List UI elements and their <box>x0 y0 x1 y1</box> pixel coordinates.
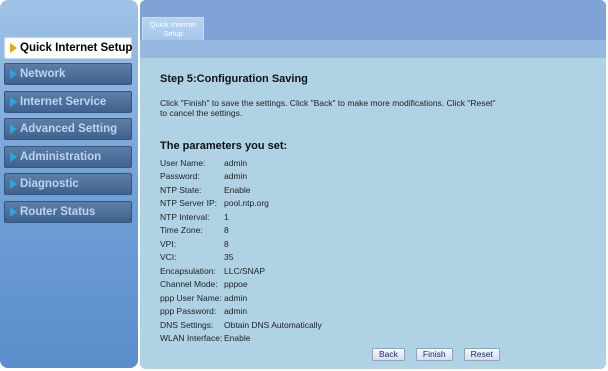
sidebar-item-internet-service[interactable]: Internet Service <box>4 91 132 113</box>
param-key: ppp User Name: <box>160 292 222 303</box>
sidebar-item-diagnostic[interactable]: Diagnostic <box>4 173 132 195</box>
param-row: ppp User Name: admin <box>160 291 322 305</box>
step-title: Step 5:Configuration Saving <box>160 73 308 85</box>
param-value: LLC/SNAP <box>224 265 266 276</box>
sidebar-item-network[interactable]: Network <box>4 63 132 85</box>
sidebar-item-label: Diagnostic <box>20 178 79 190</box>
params-title: The parameters you set: <box>160 140 288 152</box>
param-value: 1 <box>224 211 229 222</box>
header-subband <box>140 40 606 58</box>
param-key: NTP Server IP: <box>160 198 217 209</box>
arrow-right-icon <box>10 207 17 217</box>
param-value: Enable <box>224 333 251 344</box>
param-key: WLAN Interface: <box>160 333 223 344</box>
content-area: Step 5:Configuration Saving Click "Finis… <box>140 58 606 369</box>
params-table: User Name: admin Password: admin NTP State… <box>160 156 322 345</box>
param-value: pool.ntp.org <box>224 198 269 209</box>
param-key: NTP Interval: <box>160 211 210 222</box>
param-value: admin <box>224 157 248 168</box>
tab-quick-internet-setup[interactable]: Quick Internet Setup <box>142 17 204 40</box>
param-key: Channel Mode: <box>160 279 218 290</box>
param-row: NTP State: Enable <box>160 183 322 197</box>
arrow-right-icon <box>10 43 17 53</box>
param-row: NTP Interval: 1 <box>160 210 322 224</box>
param-value: Enable <box>224 184 251 195</box>
param-row: User Name: admin <box>160 156 322 170</box>
arrow-right-icon <box>10 97 17 107</box>
param-row: DNS Settings: Obtain DNS Automatically <box>160 318 322 332</box>
param-row: VCI: 35 <box>160 251 322 265</box>
param-key: User Name: <box>160 157 206 168</box>
sidebar-item-label: Internet Service <box>20 96 107 108</box>
param-row: WLAN Interface: Enable <box>160 332 322 346</box>
main-panel: Quick Internet Setup Step 5:Configuratio… <box>140 0 606 369</box>
sidebar-item-router-status[interactable]: Router Status <box>4 201 132 223</box>
header-band <box>140 0 606 40</box>
finish-button[interactable]: Finish <box>415 348 453 361</box>
param-row: NTP Server IP: pool.ntp.org <box>160 197 322 211</box>
button-bar: Back Finish Reset <box>372 348 511 361</box>
param-row: Time Zone: 8 <box>160 224 322 238</box>
sidebar-item-label: Administration <box>20 151 102 163</box>
param-row: Channel Mode: pppoe <box>160 278 322 292</box>
param-key: ppp Password: <box>160 306 217 317</box>
param-key: Password: <box>160 171 200 182</box>
param-key: Time Zone: <box>160 225 203 236</box>
sidebar-item-label: Quick Internet Setup <box>20 42 133 54</box>
param-value: admin <box>224 306 248 317</box>
back-button[interactable]: Back <box>372 348 405 361</box>
param-value: 8 <box>224 238 229 249</box>
param-key: DNS Settings: <box>160 319 214 330</box>
arrow-right-icon <box>10 179 17 189</box>
sidebar-item-label: Network <box>20 68 66 80</box>
param-key: VPI: <box>160 238 177 249</box>
param-key: NTP State: <box>160 184 202 195</box>
param-key: Encapsulation: <box>160 265 216 276</box>
param-row: VPI: 8 <box>160 237 322 251</box>
param-row: Password: admin <box>160 170 322 184</box>
param-value: Obtain DNS Automatically <box>224 319 322 330</box>
sidebar-item-quick-internet-setup[interactable]: Quick Internet Setup <box>4 37 132 59</box>
param-value: admin <box>224 292 248 303</box>
param-key: VCI: <box>160 252 177 263</box>
param-row: ppp Password: admin <box>160 305 322 319</box>
param-value: admin <box>224 171 248 182</box>
arrow-right-icon <box>10 124 17 134</box>
param-value: pppoe <box>224 279 248 290</box>
reset-button[interactable]: Reset <box>463 348 500 361</box>
sidebar-item-label: Router Status <box>20 206 96 218</box>
step-description: Click "Finish" to save the settings. Cli… <box>160 98 496 118</box>
sidebar-item-label: Advanced Setting <box>20 123 118 135</box>
param-value: 8 <box>224 225 229 236</box>
param-row: Encapsulation: LLC/SNAP <box>160 264 322 278</box>
sidebar-item-advanced-setting[interactable]: Advanced Setting <box>4 118 132 140</box>
sidebar-item-administration[interactable]: Administration <box>4 146 132 168</box>
arrow-right-icon <box>10 152 17 162</box>
arrow-right-icon <box>10 69 17 79</box>
param-value: 35 <box>224 252 234 263</box>
sidebar: Quick Internet Setup Network Internet Se… <box>0 0 138 368</box>
